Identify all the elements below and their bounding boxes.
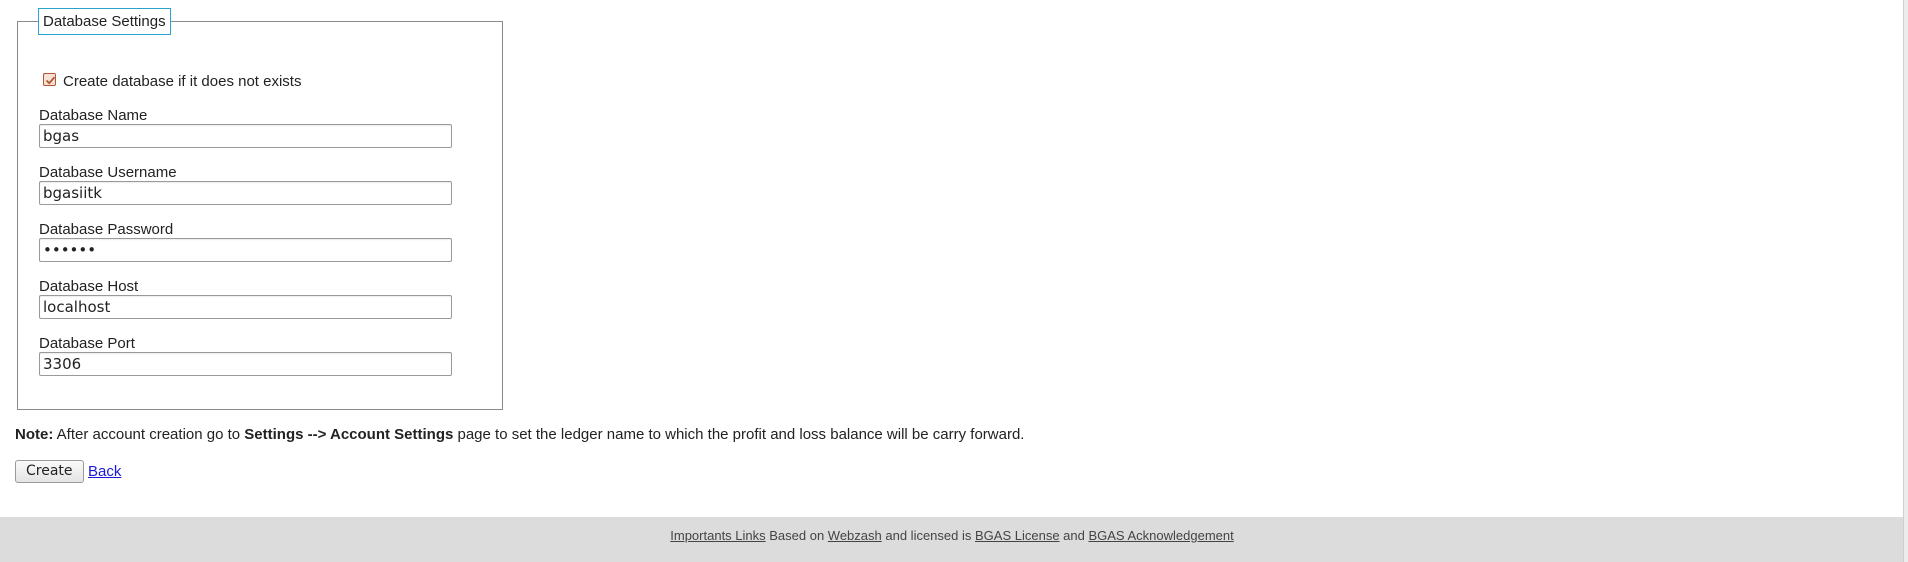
db-password-label: Database Password <box>39 221 174 238</box>
note-text-before: After account creation go to <box>53 426 245 443</box>
db-username-label: Database Username <box>39 164 177 181</box>
create-database-row[interactable]: Create database if it does not exists <box>43 70 301 92</box>
db-username-input[interactable] <box>39 181 452 205</box>
note-settings-path: Settings --> Account Settings <box>244 426 454 443</box>
create-database-checkbox[interactable] <box>43 72 56 86</box>
fieldset-legend: Database Settings <box>38 8 171 35</box>
footer-text-licensed: and licensed is <box>881 528 975 543</box>
footer: Importants Links Based on Webzash and li… <box>0 517 1904 562</box>
footer-text-and: and <box>1059 528 1089 543</box>
db-host-label: Database Host <box>39 278 139 295</box>
footer-webzash-link[interactable]: Webzash <box>828 528 882 543</box>
back-link[interactable]: Back <box>88 462 121 482</box>
db-name-label: Database Name <box>39 107 148 124</box>
create-button[interactable]: Create <box>15 460 84 483</box>
create-database-label: Create database if it does not exists <box>63 72 302 90</box>
note-text-after: page to set the ledger name to which the… <box>453 426 1025 443</box>
footer-text-based: Based on <box>765 528 828 543</box>
footer-acknowledgement-link[interactable]: BGAS Acknowledgement <box>1088 528 1233 543</box>
page: Database Settings Create database if it … <box>0 0 1908 562</box>
db-port-label: Database Port <box>39 335 135 352</box>
db-name-input[interactable] <box>39 124 452 148</box>
db-password-input[interactable] <box>39 238 452 262</box>
footer-important-links[interactable]: Importants Links <box>670 528 765 543</box>
checkmark-icon <box>45 76 56 85</box>
note-prefix: Note: <box>15 426 54 443</box>
db-host-input[interactable] <box>39 295 452 319</box>
note-text: Note: After account creation go to Setti… <box>15 425 1024 445</box>
footer-license-link[interactable]: BGAS License <box>975 528 1060 543</box>
vertical-scrollbar[interactable] <box>1903 0 1908 562</box>
db-port-input[interactable] <box>39 352 452 376</box>
